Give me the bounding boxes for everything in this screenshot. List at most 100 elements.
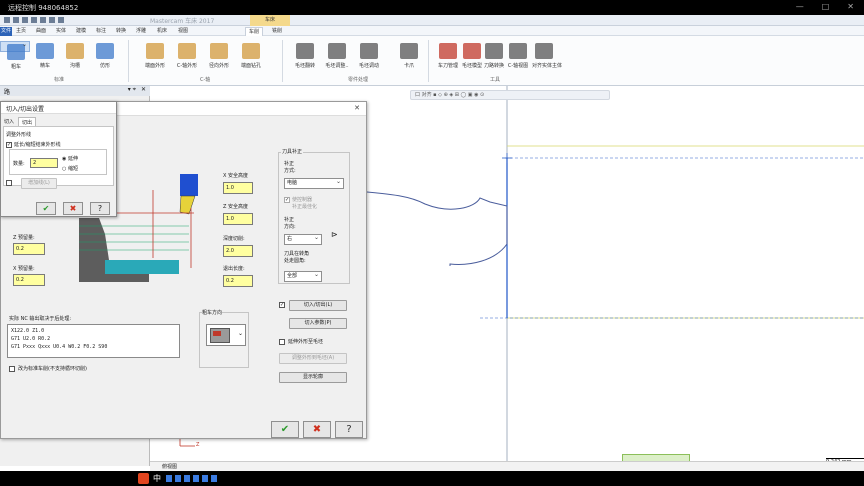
shorten-radio[interactable]: ○ 缩短 — [62, 165, 78, 172]
std-cycle-checkbox[interactable] — [9, 366, 15, 372]
nc-line: G71 Pxxx Qxxx U0.4 W0.2 F0.2 S90 — [11, 344, 108, 350]
ok-button[interactable]: ✔ — [271, 421, 299, 438]
nc-output-box: X122.0 Z1.0 G71 U2.0 R0.2 G71 Pxxx Qxxx … — [7, 324, 180, 358]
tab-relief[interactable]: 浮雕 — [136, 27, 146, 36]
ribbon-button-icon — [210, 43, 228, 59]
ribbon-button-icon — [485, 43, 503, 59]
lead-in-out-button[interactable]: 切入/切出(L) — [289, 300, 347, 311]
ribbon-button[interactable]: 毛坯调动 — [354, 41, 384, 81]
panel-title: 路 — [4, 89, 11, 96]
tab-lead-in[interactable]: 切入 — [1, 118, 17, 125]
sub-ok-button[interactable]: ✔ — [36, 202, 56, 215]
panel-close-icon[interactable]: ✕ — [141, 86, 146, 93]
ribbon-button[interactable]: 毛坯调整.. — [322, 41, 352, 81]
ribbon-button[interactable]: 刀路转换 — [482, 41, 506, 81]
extend-radio[interactable]: ◉ 延伸 — [62, 155, 78, 162]
ribbon-group-label: C-轴 — [200, 77, 211, 83]
toolpath-manager-header: 路 ▾ ⌖ ✕ — [0, 86, 150, 96]
tab-turning[interactable]: 车削 — [245, 27, 264, 36]
tab-transform[interactable]: 转换 — [116, 27, 126, 36]
z-safe-input[interactable]: 1.0 — [223, 213, 253, 225]
comp-type-select[interactable]: 电脑 — [284, 177, 344, 189]
plunge-params-button[interactable]: 切入参数(P) — [289, 318, 347, 329]
ribbon-button-icon — [439, 43, 457, 59]
ribbon-button[interactable]: 毛坯模型 — [460, 41, 484, 81]
corner-select[interactable]: 全部 — [284, 270, 322, 282]
ribbon-button[interactable]: 卡爪 — [394, 41, 424, 81]
adjust-contour-button[interactable]: 调整外形到毛坯(A) — [279, 353, 347, 364]
x-stock-input[interactable]: 0.2 — [13, 274, 45, 286]
open-icon[interactable] — [22, 17, 28, 23]
exit-length-input[interactable]: 0.2 — [223, 275, 253, 287]
undo-icon[interactable] — [49, 17, 55, 23]
tab-home[interactable]: 主页 — [16, 27, 26, 36]
ribbon-button[interactable]: 粗车 — [0, 40, 30, 70]
minimize-icon[interactable]: — — [796, 3, 804, 11]
maximize-icon[interactable]: □ — [822, 3, 830, 11]
ribbon-button-icon — [328, 43, 346, 59]
dialog-close-icon[interactable]: ✕ — [354, 104, 360, 112]
rough-direction-select[interactable]: ⌄ — [206, 324, 246, 346]
ribbon-button-label: 沟槽 — [69, 63, 80, 69]
context-tab-lathe[interactable]: 车床 — [250, 15, 290, 26]
tab-machine[interactable]: 机床 — [157, 27, 167, 36]
ribbon-button[interactable]: 精车 — [30, 41, 60, 81]
print-icon[interactable] — [40, 17, 46, 23]
tool-comp-title: 刀具补正 — [281, 148, 304, 155]
tab-model[interactable]: 建模 — [76, 27, 86, 36]
ribbon-separator — [428, 40, 429, 82]
extend-end-label: 延长/缩短结束外形线 — [14, 142, 61, 148]
qty-input[interactable]: 2 — [30, 158, 58, 168]
extend-end-checkbox[interactable]: ✓ — [6, 142, 12, 148]
ribbon-button[interactable]: 毛坯翻转 — [290, 41, 320, 81]
ribbon-button[interactable]: 径向外形 — [204, 41, 234, 81]
new-icon[interactable] — [13, 17, 19, 23]
ribbon-button-icon — [463, 43, 481, 59]
sub-dialog-title: 切入/切出设置 — [6, 106, 45, 113]
ribbon-button[interactable]: 端面外形 — [140, 41, 170, 81]
cancel-button[interactable]: ✖ — [303, 421, 331, 438]
close-icon[interactable]: ✕ — [847, 3, 854, 11]
tab-view[interactable]: 视图 — [178, 27, 188, 36]
ribbon-button[interactable]: 沟槽 — [60, 41, 90, 81]
help-button[interactable]: ? — [335, 421, 363, 438]
ime-icon[interactable]: 中 — [153, 473, 161, 484]
sub-cancel-button[interactable]: ✖ — [63, 202, 83, 215]
sub-help-button[interactable]: ? — [90, 202, 110, 215]
tab-surface[interactable]: 曲面 — [36, 27, 46, 36]
show-contour-button[interactable]: 显示轮廓 — [279, 372, 347, 383]
ribbon-button[interactable]: 仿形 — [90, 41, 120, 81]
add-line-checkbox[interactable] — [6, 180, 12, 186]
sogou-icon[interactable] — [138, 473, 149, 484]
optimize-checkbox[interactable]: ✓ — [284, 197, 290, 203]
tab-dimension[interactable]: 标注 — [96, 27, 106, 36]
tool-insert — [179, 195, 196, 215]
z-stock-input[interactable]: 0.2 — [13, 243, 45, 255]
add-line-button[interactable]: 增加线(L) — [21, 178, 57, 189]
tray-icons[interactable] — [166, 475, 218, 482]
tab-milling[interactable]: 铣削 — [272, 27, 282, 36]
lead-in-out-checkbox[interactable]: ✓ — [279, 302, 285, 308]
pin-icon[interactable]: ▾ ⌖ — [128, 86, 136, 94]
ribbon-group-label: 零件处理 — [348, 77, 369, 83]
ribbon-button[interactable]: 端面钻孔 — [236, 41, 266, 81]
tool-holder — [180, 174, 198, 196]
depth-cut-input[interactable]: 2.0 — [223, 245, 253, 257]
comp-dir-select[interactable]: 右 — [284, 233, 322, 245]
ribbon-button[interactable]: C-轴外形 — [172, 41, 202, 81]
ribbon-button[interactable]: 对齐实体主体 — [532, 41, 562, 81]
ribbon-button[interactable]: 车刀管理 — [436, 41, 460, 81]
app-icon[interactable] — [4, 17, 10, 23]
ribbon-button-icon — [296, 43, 314, 59]
redo-icon[interactable] — [58, 17, 64, 23]
view-toolbar[interactable]: 口 对齐 ▪ ◇ ⊕ ◈ ⊞ ◯ ▣ ◉ ⊙ — [410, 90, 610, 100]
extend-stock-checkbox[interactable] — [279, 339, 285, 345]
tab-solid[interactable]: 实体 — [56, 27, 66, 36]
adjust-contour-label: 调整外形线 — [6, 132, 32, 138]
tab-file[interactable]: 文件 — [0, 27, 12, 36]
save-icon[interactable] — [31, 17, 37, 23]
ribbon-button-label: 车刀管理 — [437, 63, 458, 69]
ribbon-button[interactable]: C-轴视图 — [506, 41, 530, 81]
x-safe-input[interactable]: 1.0 — [223, 182, 253, 194]
ribbon-button-label: C-轴外形 — [176, 63, 198, 69]
